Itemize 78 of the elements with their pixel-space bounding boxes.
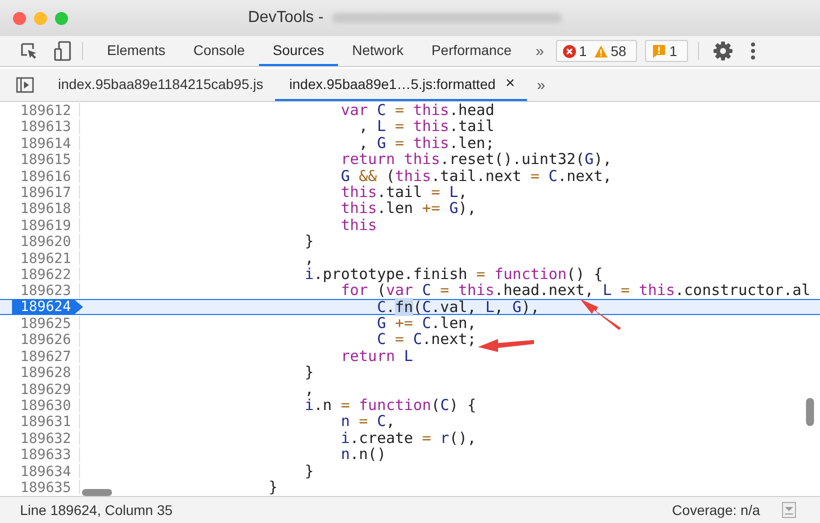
code-line: C.fn(C.val, L, G), <box>376 300 540 314</box>
code-line: C = C.next; <box>376 332 476 347</box>
line-number[interactable]: 189619 <box>20 218 79 234</box>
code-line: for (var C = this.head.next, L = this.constructor.al <box>340 283 810 298</box>
code-line: G += C.len, <box>376 316 476 330</box>
code-line: G && (this.tail.next = C.next, <box>340 168 612 183</box>
panel-tab[interactable]: Elements <box>93 36 180 66</box>
panel-tab[interactable]: Network <box>338 36 418 66</box>
code-line: i.create = r(), <box>340 430 476 446</box>
code-line: } <box>304 234 314 249</box>
more-tabs-button[interactable]: » <box>526 42 554 60</box>
more-files-button[interactable]: » <box>526 69 556 101</box>
panel-tab[interactable]: Sources <box>258 36 338 66</box>
line-number[interactable]: 189615 <box>20 153 79 168</box>
error-icon <box>562 44 576 58</box>
close-tab-button[interactable]: × <box>506 75 515 93</box>
file-tab[interactable]: index.95baa89e1…5.js:formatted × <box>275 69 527 101</box>
code-line: } <box>304 464 314 478</box>
menu-icon[interactable] <box>751 42 756 60</box>
line-number[interactable]: 189629 <box>20 382 79 398</box>
code-line: this <box>340 218 377 232</box>
code-line: this.len += G), <box>340 201 476 216</box>
line-number[interactable]: 189632 <box>20 432 79 446</box>
code-line: return L <box>340 348 414 364</box>
cursor-position: Line 189624, Column 35 <box>20 502 173 518</box>
code-line: } <box>268 480 278 494</box>
code-line: } <box>304 365 314 380</box>
coverage-status: Coverage: n/a <box>672 502 760 518</box>
line-number[interactable]: 189623 <box>20 284 79 299</box>
horizontal-scrollbar-thumb[interactable] <box>82 489 112 496</box>
code-line: return this.reset().uint32(G), <box>340 152 612 167</box>
file-tab[interactable]: index.95baa89e1184215cab95.js <box>44 69 276 101</box>
issues-button[interactable]: 1 <box>645 40 688 62</box>
line-number[interactable]: 189631 <box>20 415 79 430</box>
code-line: i.prototype.finish = function() { <box>304 266 603 282</box>
code-line: var C = this.head <box>340 103 494 118</box>
line-number[interactable]: 189628 <box>20 366 79 381</box>
line-number[interactable]: 189624 <box>12 300 83 314</box>
line-number[interactable]: 189633 <box>20 448 79 463</box>
line-number[interactable]: 189616 <box>20 170 79 184</box>
issue-icon <box>652 44 666 58</box>
line-number[interactable]: 189620 <box>20 235 79 250</box>
inspect-icon[interactable] <box>20 42 38 60</box>
code-line: this.tail = L, <box>340 184 468 200</box>
line-number[interactable]: 189630 <box>20 399 79 414</box>
annotation-arrow <box>478 339 534 352</box>
code-line: , G = this.len; <box>358 136 494 150</box>
line-number[interactable]: 189635 <box>20 480 79 496</box>
device-icon[interactable] <box>54 41 72 61</box>
code-line: , <box>304 382 314 396</box>
line-number[interactable]: 189625 <box>20 317 79 332</box>
coverage-icon[interactable] <box>782 502 796 518</box>
line-number[interactable]: 189614 <box>20 136 79 152</box>
line-number[interactable]: 189618 <box>20 202 79 217</box>
window-title: DevTools - <box>248 9 324 27</box>
navigator-toggle-icon[interactable] <box>16 77 34 93</box>
close-window-button[interactable] <box>13 12 26 24</box>
line-number[interactable]: 189634 <box>20 464 79 480</box>
line-number[interactable]: 189626 <box>20 333 79 348</box>
vertical-scrollbar-thumb[interactable] <box>806 398 814 426</box>
code-line: , <box>304 250 314 265</box>
warning-icon <box>594 44 608 58</box>
code-line: n.n() <box>340 447 386 462</box>
line-number[interactable]: 189617 <box>20 186 79 201</box>
annotation-arrow <box>580 299 621 330</box>
line-number[interactable]: 189613 <box>20 120 79 135</box>
line-number[interactable]: 189612 <box>20 104 79 119</box>
code-line: n = C, <box>340 414 396 429</box>
code-line: , L = this.tail <box>358 119 494 134</box>
console-counts-button[interactable]: 1 58 <box>556 40 638 62</box>
line-number[interactable]: 189622 <box>20 268 79 282</box>
panel-tab[interactable]: Console <box>179 36 259 66</box>
zoom-window-button[interactable] <box>55 12 68 24</box>
line-number[interactable]: 189621 <box>20 252 79 266</box>
code-line: i.n = function(C) { <box>304 398 476 412</box>
settings-icon[interactable] <box>713 41 734 61</box>
line-number[interactable]: 189627 <box>20 350 79 364</box>
panel-tab[interactable]: Performance <box>417 36 526 66</box>
